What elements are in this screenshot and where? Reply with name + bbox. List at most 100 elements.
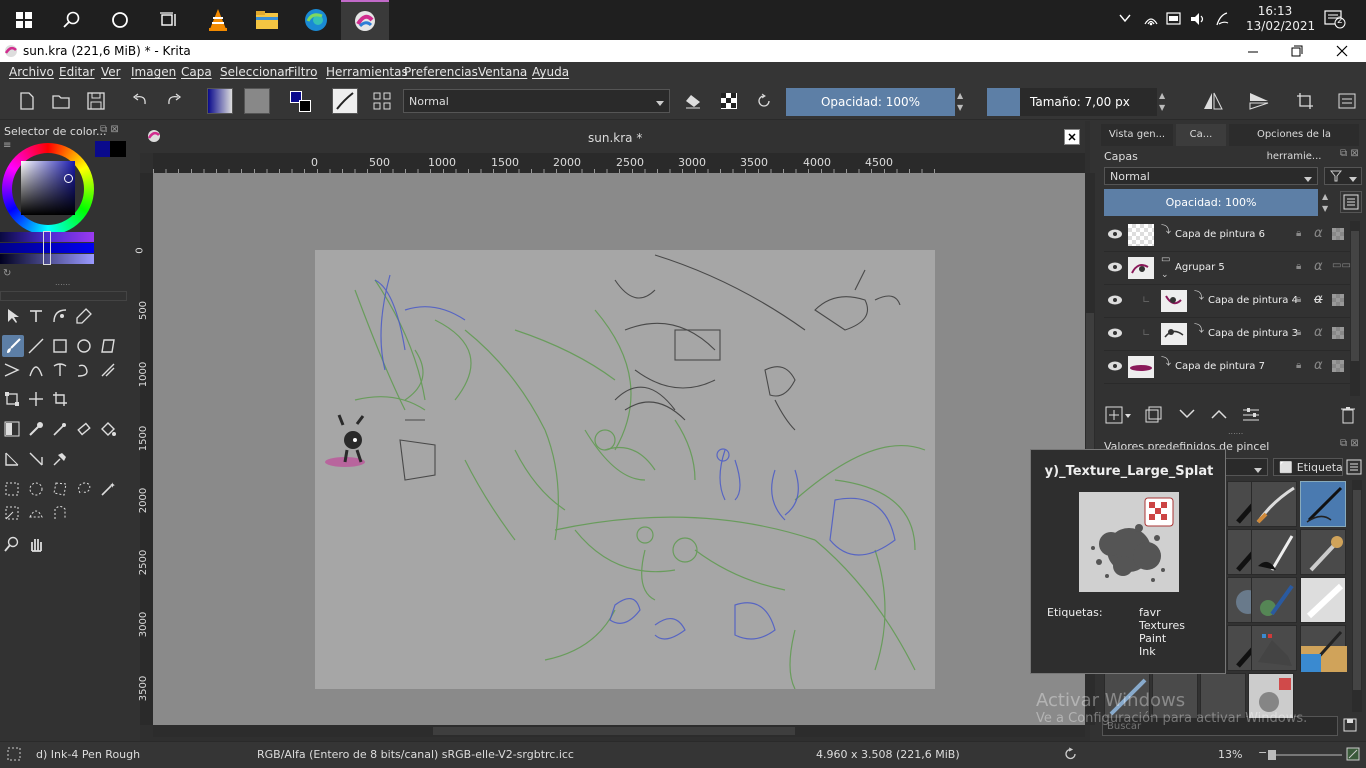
- notification-icon[interactable]: 2: [1324, 9, 1346, 32]
- mirror-horizontal-button[interactable]: [1200, 88, 1226, 114]
- brush-preset-tile[interactable]: [1251, 577, 1297, 623]
- undo-button[interactable]: [127, 88, 153, 114]
- layer-name[interactable]: Capa de pintura 7: [1175, 361, 1265, 372]
- size-spinner[interactable]: ▲ ▼: [1159, 90, 1169, 114]
- menu-editar[interactable]: Editar: [59, 65, 95, 79]
- brush-preset-tile[interactable]: [1300, 625, 1347, 672]
- brush-preset-tile[interactable]: [1104, 673, 1150, 719]
- vertical-ruler[interactable]: 0 500 1000 1500 2000 2500 3000 3500: [135, 173, 153, 725]
- eye-icon[interactable]: [1107, 327, 1123, 342]
- horizontal-ruler[interactable]: 0 500 1000 1500 2000 2500 3000 3500 4000…: [153, 153, 1085, 173]
- zoom-tool[interactable]: [2, 534, 22, 554]
- brush-status-icon[interactable]: [7, 747, 21, 764]
- move-layer-up-button[interactable]: [1210, 408, 1228, 423]
- color-picker-handle[interactable]: [64, 174, 73, 183]
- fill-tool[interactable]: [98, 419, 118, 439]
- bezier-tool[interactable]: [26, 360, 46, 380]
- crop-wrap-button[interactable]: [1292, 88, 1318, 114]
- zoom-level[interactable]: 13%: [1218, 748, 1242, 761]
- redo-button[interactable]: [161, 88, 187, 114]
- layer-name[interactable]: Capa de pintura 6: [1175, 229, 1265, 240]
- cortana-button[interactable]: [96, 0, 144, 40]
- saturation-value-square[interactable]: [21, 161, 75, 215]
- menu-preferencias[interactable]: Preferencias: [404, 65, 478, 79]
- menu-filtro[interactable]: Filtro: [288, 65, 317, 79]
- assistant-tool[interactable]: [26, 449, 46, 469]
- eraser-mode-button[interactable]: [680, 88, 706, 114]
- gradient-tool[interactable]: [2, 419, 22, 439]
- scroll-thumb-h[interactable]: [433, 727, 795, 735]
- tab-layers[interactable]: Ca...: [1176, 124, 1226, 146]
- ellipse-tool[interactable]: [74, 336, 94, 356]
- magnetic-select-tool[interactable]: [50, 503, 70, 523]
- tab-tool-options[interactable]: Opciones de la herramie...: [1229, 124, 1359, 162]
- layer-opacity-slider[interactable]: Opacidad: 100%: [1104, 189, 1318, 216]
- document-tab[interactable]: sun.kra *: [140, 121, 1085, 153]
- layer-row[interactable]: ∟ ⤵ Capa de pintura 3 🔒︎ α: [1104, 318, 1350, 351]
- edit-shapes-tool[interactable]: [50, 306, 70, 326]
- layers-scrollbar[interactable]: [1350, 221, 1360, 396]
- layer-opacity-spinner[interactable]: ▲ ▼: [1322, 191, 1332, 215]
- measure-tool[interactable]: [2, 449, 22, 469]
- view-options-button[interactable]: [1346, 459, 1362, 478]
- lock-icon[interactable]: 🔒︎: [1296, 360, 1301, 371]
- layer-options-button[interactable]: [1242, 406, 1260, 427]
- eye-icon[interactable]: [1107, 360, 1123, 375]
- inherit-alpha-icon[interactable]: [1332, 228, 1344, 240]
- volume-icon[interactable]: [1190, 11, 1206, 30]
- workspace-button[interactable]: [1334, 88, 1360, 114]
- dynamic-brush-tool[interactable]: [74, 360, 94, 380]
- layer-name[interactable]: Capa de pintura 3: [1208, 328, 1298, 339]
- dock-handle[interactable]: ......: [55, 278, 70, 287]
- bg-color-swatch[interactable]: [110, 141, 126, 157]
- lock-icon[interactable]: 🔒︎: [1296, 261, 1301, 272]
- alpha-lock-disabled-icon[interactable]: α: [1314, 292, 1323, 307]
- menu-ventana[interactable]: Ventana: [478, 65, 527, 79]
- drawing-canvas[interactable]: [315, 250, 935, 690]
- inherit-alpha-icon[interactable]: [1332, 360, 1344, 372]
- search-button[interactable]: [48, 0, 96, 40]
- eye-icon[interactable]: [1107, 228, 1123, 243]
- multibrush-tool[interactable]: [98, 360, 118, 380]
- brush-preset-button[interactable]: [332, 88, 358, 114]
- mirror-vertical-button[interactable]: [1246, 88, 1272, 114]
- menu-seleccionar[interactable]: Seleccionar: [220, 65, 289, 79]
- pen-icon[interactable]: [1214, 11, 1230, 30]
- move-tool[interactable]: [26, 389, 46, 409]
- minimize-button[interactable]: [1238, 43, 1268, 59]
- passthrough-icon[interactable]: ▭▭: [1332, 260, 1351, 271]
- pattern-selector[interactable]: [244, 88, 270, 114]
- canvas-viewport[interactable]: [153, 173, 1085, 725]
- file-explorer-taskbar-button[interactable]: [243, 0, 291, 40]
- menu-herramientas[interactable]: Herramientas: [326, 65, 408, 79]
- clock[interactable]: 16:13 13/02/2021: [1246, 4, 1315, 34]
- select-shapes-tool[interactable]: [3, 306, 23, 326]
- menu-capa[interactable]: Capa: [181, 65, 212, 79]
- smart-patch-tool[interactable]: [74, 419, 94, 439]
- zoom-out-icon[interactable]: −: [1258, 746, 1267, 759]
- ellipse-select-tool[interactable]: [26, 479, 46, 499]
- background-color-swatch[interactable]: [299, 100, 311, 112]
- brush-preset-tile[interactable]: [1251, 481, 1297, 527]
- layer-filter-dropdown[interactable]: [1324, 167, 1362, 185]
- brush-preset-tile-selected[interactable]: [1300, 481, 1346, 527]
- tab-overview[interactable]: Vista gen...: [1101, 124, 1173, 146]
- canvas-only-icon[interactable]: [1346, 747, 1360, 764]
- brush-preset-tile[interactable]: [1152, 673, 1198, 719]
- close-document-button[interactable]: [1064, 129, 1080, 145]
- dock-float-icon[interactable]: ⧉ ⊠: [1340, 148, 1359, 159]
- rotate-icon[interactable]: [1064, 747, 1078, 764]
- menu-imagen[interactable]: Imagen: [131, 65, 176, 79]
- alpha-lock-icon[interactable]: α: [1314, 226, 1323, 241]
- eye-icon[interactable]: [1107, 261, 1123, 276]
- preserve-alpha-button[interactable]: [716, 88, 742, 114]
- zoom-slider-handle[interactable]: [1268, 750, 1276, 760]
- menu-lines-icon[interactable]: ≡: [3, 140, 11, 151]
- vlc-taskbar-button[interactable]: [194, 0, 242, 40]
- freehand-select-tool[interactable]: [74, 479, 94, 499]
- brush-preset-tile[interactable]: [1251, 625, 1297, 671]
- eye-icon[interactable]: [1107, 294, 1123, 309]
- gradient-selector[interactable]: [207, 88, 233, 114]
- expand-chevron-icon[interactable]: ⌄: [1161, 270, 1169, 280]
- refresh-small-icon[interactable]: ↻: [3, 268, 11, 279]
